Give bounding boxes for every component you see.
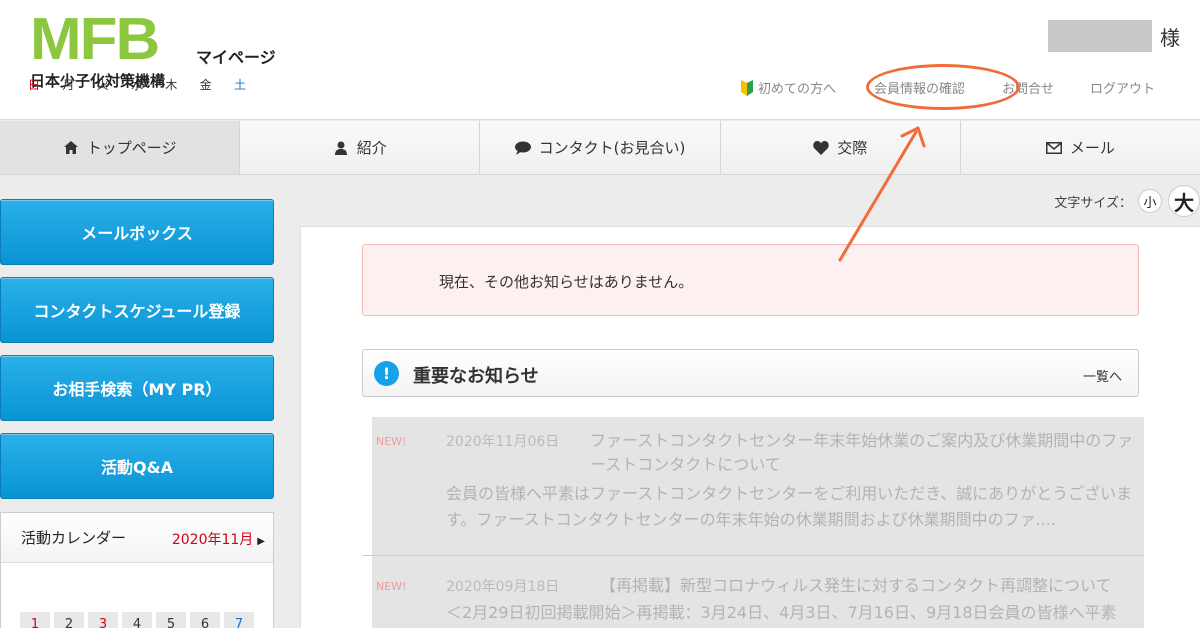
news-title[interactable]: 【再掲載】新型コロナウィルス発生に対するコンタクト再調整について xyxy=(600,574,1154,598)
tab-contact[interactable]: コンタクト(お見合い) xyxy=(480,121,721,174)
tab-label: コンタクト(お見合い) xyxy=(538,139,686,157)
news-date: 2020年11月06日 xyxy=(446,434,560,450)
calendar-title: 活動カレンダー xyxy=(21,529,127,547)
calendar-date[interactable]: 1 xyxy=(20,612,50,628)
honorific: 様 xyxy=(1160,26,1180,50)
calendar-date[interactable]: 5 xyxy=(156,612,186,628)
weekday: 木 xyxy=(165,78,178,92)
header: MFB 日本少子化対策機構 マイページ 様 初めての方へ 会員情報の確認 お問合… xyxy=(0,0,1200,120)
tab-label: 紹介 xyxy=(356,139,387,157)
tab-label: メール xyxy=(1069,139,1115,157)
weekday: 金 xyxy=(199,78,212,92)
news-excerpt: ＜2月29日初回掲載開始＞再掲載：3月24日、4月3日、7月16日、9月18日会… xyxy=(446,603,1117,622)
important-notices-header: ! 重要なお知らせ 一覧へ xyxy=(362,349,1139,397)
calendar-date[interactable]: 4 xyxy=(122,612,152,628)
news-excerpt: 会員の皆様へ平素はファーストコンタクトセンターをご利用いただき、誠にありがとうご… xyxy=(446,484,1133,529)
news-title[interactable]: ファーストコンタクトセンター年末年始休業のご案内及び休業期間中のファーストコンタ… xyxy=(590,429,1144,477)
beginners-label: 初めての方へ xyxy=(758,82,837,97)
calendar-month[interactable]: 2020年11月 ▶ xyxy=(172,529,265,549)
beginners-link[interactable]: 初めての方へ xyxy=(740,78,836,97)
font-size-control: 文字サイズ： 小 大 xyxy=(1054,185,1200,217)
calendar-date[interactable]: 3 xyxy=(88,612,118,628)
calendar-header: 活動カレンダー 2020年11月 ▶ xyxy=(1,513,273,563)
calendar-month-label: 2020年11月 xyxy=(171,532,254,548)
weekday: 火 xyxy=(96,78,109,92)
calendar-date[interactable]: 7 xyxy=(224,612,254,628)
calendar-date[interactable]: 6 xyxy=(190,612,220,628)
weekday: 土 xyxy=(233,78,246,92)
logo-text: MFB xyxy=(30,6,160,73)
notice-box: 現在、その他お知らせはありません。 xyxy=(362,244,1139,316)
page-title: マイページ xyxy=(196,48,276,67)
exclamation-icon: ! xyxy=(374,361,399,386)
tab-label: トップページ xyxy=(86,139,177,157)
weekday: 水 xyxy=(130,78,143,92)
mailbox-button[interactable]: メールボックス xyxy=(0,199,274,265)
partner-search-button[interactable]: お相手検索（MY PR） xyxy=(0,355,274,421)
username-redacted xyxy=(1048,20,1152,52)
logout-link[interactable]: ログアウト xyxy=(1090,78,1155,97)
envelope-icon xyxy=(1045,140,1062,156)
tab-dating[interactable]: 交際 xyxy=(720,121,961,174)
home-icon xyxy=(63,140,79,156)
activity-calendar: 活動カレンダー 2020年11月 ▶ xyxy=(0,512,274,628)
main-nav: トップページ 紹介 コンタクト(お見合い) 交際 メール xyxy=(0,121,1200,175)
beginner-mark-icon xyxy=(741,80,753,96)
calendar-weekdays: 日 月 火 水 木 金 土 xyxy=(20,76,254,93)
highlight-ellipse xyxy=(866,64,1020,110)
weekday: 月 xyxy=(62,78,75,92)
tab-label: 交際 xyxy=(837,139,868,157)
weekday: 日 xyxy=(27,78,40,92)
contact-schedule-button[interactable]: コンタクトスケジュール登録 xyxy=(0,277,274,343)
font-size-small-button[interactable]: 小 xyxy=(1138,189,1162,213)
activity-qa-button[interactable]: 活動Q&A xyxy=(0,433,274,499)
user-icon xyxy=(333,140,349,156)
important-title: 重要なお知らせ xyxy=(413,366,539,387)
news-list: NEW! 2020年11月06日 ファーストコンタクトセンター年末年始休業のご案… xyxy=(362,417,1144,628)
new-badge: NEW! xyxy=(376,580,407,593)
font-size-label: 文字サイズ： xyxy=(1054,195,1132,211)
view-all-link[interactable]: 一覧へ xyxy=(1083,366,1122,385)
notice-text: 現在、その他お知らせはありません。 xyxy=(439,273,694,291)
tab-top-page[interactable]: トップページ xyxy=(0,121,241,174)
calendar-dates: 1 2 3 4 5 6 7 xyxy=(20,612,254,628)
tab-introduction[interactable]: 紹介 xyxy=(240,121,481,174)
news-date: 2020年09月18日 xyxy=(446,579,560,595)
divider xyxy=(362,555,1144,556)
font-size-large-button[interactable]: 大 xyxy=(1168,185,1200,217)
caret-right-icon: ▶ xyxy=(257,536,265,547)
tab-mail[interactable]: メール xyxy=(960,121,1200,174)
chat-bubble-icon xyxy=(514,140,531,156)
calendar-date[interactable]: 2 xyxy=(54,612,84,628)
heart-icon xyxy=(813,140,829,156)
new-badge: NEW! xyxy=(376,435,407,448)
logout-label: ログアウト xyxy=(1090,82,1156,97)
